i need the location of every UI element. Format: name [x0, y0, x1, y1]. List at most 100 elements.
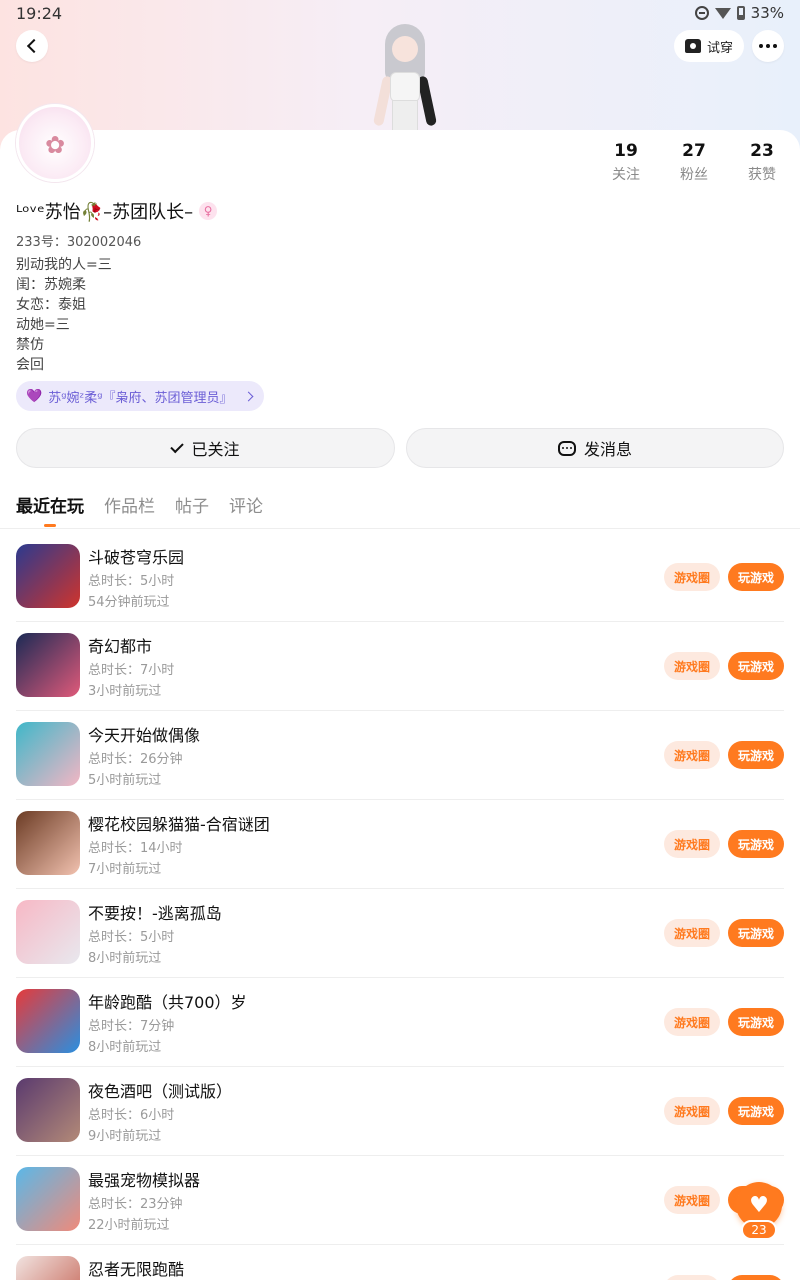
game-icon[interactable]: [16, 1167, 80, 1231]
game-circle-button[interactable]: 游戏圈: [664, 1008, 720, 1036]
game-title[interactable]: 夜色酒吧（测试版）: [88, 1078, 232, 1102]
more-button[interactable]: [752, 30, 784, 62]
tab-posts[interactable]: 帖子: [175, 492, 209, 527]
club-tag-label: 苏ᵍ婉ᶻ柔ᵍ『枭府、苏团管理员』: [48, 390, 233, 406]
game-row[interactable]: 忍者无限跑酷游戏圈 玩游戏: [16, 1245, 784, 1280]
game-last-played: 7小时前玩过: [88, 862, 162, 877]
status-icons: 33%: [694, 4, 784, 22]
try-on-label: 试穿: [706, 40, 733, 56]
followed-label: 已关注: [191, 440, 240, 459]
heart-icon: ♥: [749, 1192, 769, 1218]
followed-button[interactable]: 已关注: [16, 428, 395, 468]
play-game-button[interactable]: 玩游戏: [728, 652, 784, 680]
game-total-duration: 总时长：23分钟: [88, 1197, 183, 1212]
game-title[interactable]: 年龄跑酷（共700）岁: [88, 989, 247, 1013]
profile-stats: 19 关注 27 粉丝 23 获赞: [592, 140, 796, 184]
game-title[interactable]: 忍者无限跑酷: [88, 1256, 184, 1280]
female-gender-icon: ♀: [199, 202, 218, 220]
game-circle-button[interactable]: 游戏圈: [664, 1097, 720, 1125]
stat-likes[interactable]: 23 获赞: [728, 140, 796, 184]
game-icon[interactable]: [16, 633, 80, 697]
tab-works[interactable]: 作品栏: [104, 492, 155, 527]
game-icon[interactable]: [16, 811, 80, 875]
game-last-played: 22小时前玩过: [88, 1218, 170, 1233]
game-circle-button[interactable]: 游戏圈: [664, 652, 720, 680]
game-title[interactable]: 奇幻都市: [88, 633, 152, 657]
game-icon[interactable]: [16, 544, 80, 608]
club-tag[interactable]: 💜 苏ᵍ婉ᶻ柔ᵍ『枭府、苏团管理员』: [16, 381, 264, 411]
game-row[interactable]: 最强宠物模拟器总时长：23分钟22小时前玩过游戏圈玩游戏: [16, 1156, 784, 1245]
game-circle-button[interactable]: 游戏圈: [664, 741, 720, 769]
profile-page: 19:24 33% 试穿 19 关注 27 粉丝: [0, 0, 800, 1280]
game-icon[interactable]: [16, 1256, 80, 1280]
game-row[interactable]: 今天开始做偶像 总时长：26分钟 5小时前玩过 游戏圈 玩游戏: [16, 711, 784, 800]
stat-following-label: 关注: [612, 167, 640, 183]
do-not-disturb-icon: [694, 6, 709, 20]
profile-name-row: ᴸᵒᵛᵉ苏怡🥀–苏团队长– ♀: [16, 198, 218, 224]
game-title[interactable]: 樱花校园躲猫猫-合宿谜团: [88, 811, 270, 835]
game-title[interactable]: 最强宠物模拟器: [88, 1167, 200, 1191]
play-game-button[interactable]: 玩游戏: [728, 1008, 784, 1036]
game-row[interactable]: 夜色酒吧（测试版） 总时长：6小时 9小时前玩过 游戏圈 玩游戏: [16, 1067, 784, 1156]
game-circle-button[interactable]: 游戏圈: [664, 1275, 720, 1280]
bio-line: 禁仿: [16, 337, 44, 353]
game-total-duration: 总时长：6小时: [88, 1108, 175, 1123]
send-message-label: 发消息: [583, 440, 632, 459]
stat-following[interactable]: 19 关注: [592, 140, 660, 184]
game-title[interactable]: 今天开始做偶像: [88, 722, 200, 746]
play-game-button[interactable]: 玩游戏: [728, 1097, 784, 1125]
profile-tabs: 最近在玩 作品栏 帖子 评论: [16, 492, 263, 527]
game-circle-button[interactable]: 游戏圈: [664, 919, 720, 947]
game-row[interactable]: 年龄跑酷（共700）岁 总时长：7分钟 8小时前玩过 游戏圈 玩游戏: [16, 978, 784, 1067]
tab-comments[interactable]: 评论: [229, 492, 263, 527]
game-icon[interactable]: [16, 989, 80, 1053]
user-id[interactable]: 233号：302002046: [16, 231, 141, 250]
avatar[interactable]: [16, 104, 94, 182]
game-total-duration: 总时长：14小时: [88, 841, 183, 856]
play-game-button[interactable]: 玩游戏: [728, 563, 784, 591]
try-on-button[interactable]: 试穿: [674, 30, 744, 62]
stat-likes-count: 23: [750, 141, 774, 161]
bio-line: 动她=三: [16, 317, 70, 333]
play-game-button[interactable]: 玩游戏: [728, 741, 784, 769]
bio-line: 闺：苏婉柔: [16, 277, 86, 293]
check-icon: [170, 439, 185, 453]
game-last-played: 54分钟前玩过: [88, 595, 170, 610]
stat-fans[interactable]: 27 粉丝: [660, 140, 728, 184]
game-row[interactable]: 不要按！-逃离孤岛 总时长：5小时 8小时前玩过 游戏圈 玩游戏: [16, 889, 784, 978]
game-title[interactable]: 不要按！-逃离孤岛: [88, 900, 222, 924]
game-total-duration: 总时长：7小时: [88, 663, 175, 678]
more-dots-icon: [759, 44, 777, 48]
back-button[interactable]: [16, 30, 48, 62]
status-time: 19:24: [16, 3, 63, 23]
bio-line: 会回: [16, 357, 44, 373]
play-game-button[interactable]: 玩游戏: [728, 830, 784, 858]
play-game-button[interactable]: 玩游戏: [728, 919, 784, 947]
game-circle-button[interactable]: 游戏圈: [664, 830, 720, 858]
game-icon[interactable]: [16, 900, 80, 964]
game-circle-button[interactable]: 游戏圈: [664, 563, 720, 591]
play-game-button[interactable]: 玩游戏: [728, 1275, 784, 1280]
recent-games-list: 斗破苍穹乐园 总时长：5小时 54分钟前玩过 游戏圈 玩游戏 奇幻都市 总时长：7小时 3小时…: [0, 533, 800, 1280]
tab-recently-played[interactable]: 最近在玩: [16, 492, 84, 527]
game-title[interactable]: 斗破苍穹乐园: [88, 544, 184, 568]
game-last-played: 9小时前玩过: [88, 1129, 162, 1144]
send-message-button[interactable]: 发消息: [406, 428, 784, 468]
game-total-duration: 总时长：26分钟: [88, 752, 183, 767]
chat-bubble-icon: [557, 440, 576, 456]
profile-name: ᴸᵒᵛᵉ苏怡🥀–苏团队长–: [16, 202, 194, 223]
game-circle-button[interactable]: 游戏圈: [664, 1186, 720, 1214]
game-icon[interactable]: [16, 1078, 80, 1142]
game-last-played: 8小时前玩过: [88, 951, 162, 966]
game-row[interactable]: 斗破苍穹乐园 总时长：5小时 54分钟前玩过 游戏圈 玩游戏: [16, 533, 784, 622]
bio-line: 女恋：泰姐: [16, 297, 86, 313]
avatar-character-figure[interactable]: [370, 22, 440, 132]
game-row[interactable]: 樱花校园躲猫猫-合宿谜团总时长：14小时 7小时前玩过 游戏圈 玩游戏: [16, 800, 784, 889]
stat-likes-label: 获赞: [748, 167, 776, 183]
game-icon[interactable]: [16, 722, 80, 786]
stat-fans-label: 粉丝: [680, 167, 708, 183]
battery-percent: 33%: [750, 4, 784, 22]
chevron-right-icon: [243, 391, 253, 401]
battery-icon: [736, 6, 745, 20]
game-row[interactable]: 奇幻都市 总时长：7小时 3小时前玩过 游戏圈 玩游戏: [16, 622, 784, 711]
